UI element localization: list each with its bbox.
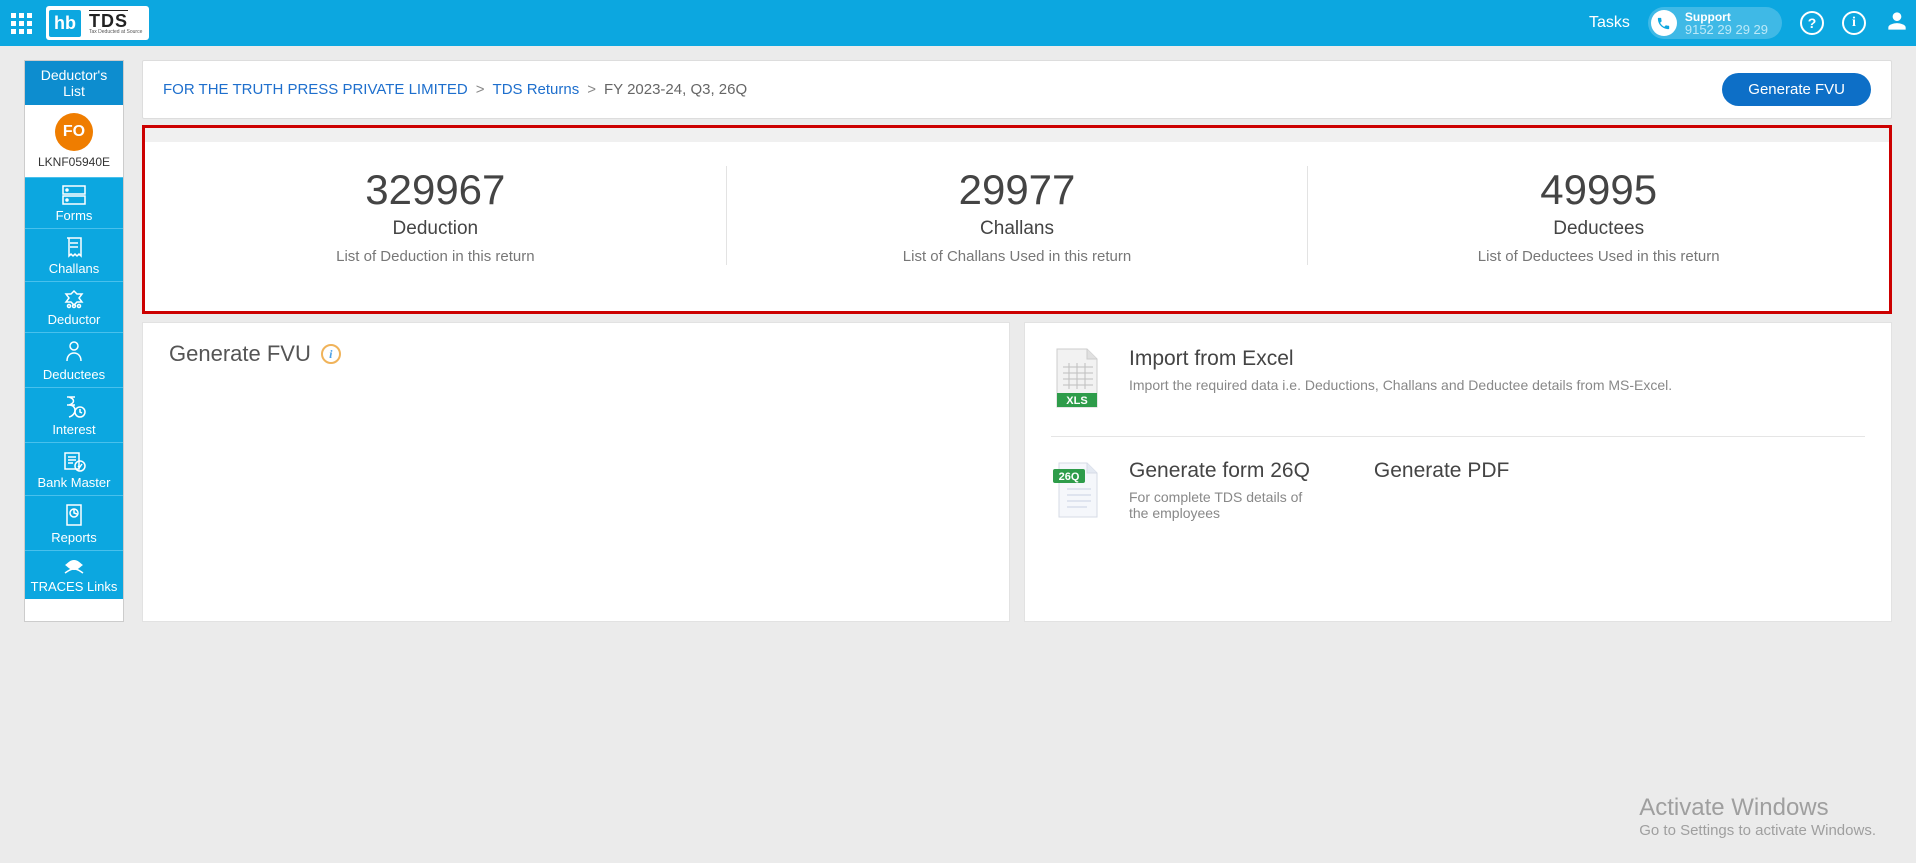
sidebar: Deductor's List FO LKNF05940E Forms Chal…	[24, 60, 124, 622]
sidebar-item-deductor[interactable]: Deductor	[25, 281, 123, 332]
stat-deductees[interactable]: 49995 Deductees List of Deductees Used i…	[1307, 166, 1889, 265]
stat-value: 49995	[1308, 166, 1889, 214]
import-title: Import from Excel	[1129, 347, 1672, 371]
stat-title: Deductees	[1308, 218, 1889, 240]
tds-logo: TDS	[89, 11, 128, 31]
stat-title: Challans	[727, 218, 1308, 240]
import-generate-panel: XLS Import from Excel Import the require…	[1024, 322, 1892, 622]
support-phone: 9152 29 29 29	[1685, 23, 1768, 36]
tds-tagline: Tax Deducted at Source	[89, 29, 142, 35]
info-icon[interactable]: i	[321, 344, 341, 364]
sidebar-item-reports[interactable]: Reports	[25, 495, 123, 550]
stats-row: 329967 Deduction List of Deduction in th…	[145, 142, 1889, 311]
sidebar-item-label: Deductees	[43, 367, 105, 382]
breadcrumb-current: FY 2023-24, Q3, 26Q	[604, 81, 747, 98]
svg-text:26Q: 26Q	[1059, 471, 1080, 483]
apps-menu-icon[interactable]	[6, 8, 36, 38]
windows-activation-watermark: Activate Windows Go to Settings to activ…	[1639, 794, 1876, 839]
support-label: Support	[1685, 11, 1768, 23]
stat-subtitle: List of Deductees Used in this return	[1308, 248, 1889, 265]
stat-subtitle: List of Challans Used in this return	[727, 248, 1308, 265]
info-icon[interactable]: i	[1842, 11, 1866, 35]
sidebar-item-deductees[interactable]: Deductees	[25, 332, 123, 387]
highlight-annotation: 329967 Deduction List of Deduction in th…	[142, 125, 1892, 314]
generate-fvu-button[interactable]: Generate FVU	[1722, 73, 1871, 106]
sidebar-item-label: Reports	[51, 530, 97, 545]
generate-fvu-panel: Generate FVU i	[142, 322, 1010, 622]
sidebar-header[interactable]: Deductor's List	[25, 61, 123, 105]
import-subtitle: Import the required data i.e. Deductions…	[1129, 377, 1672, 393]
breadcrumb-separator: >	[587, 81, 596, 98]
sidebar-item-label: Forms	[56, 208, 93, 223]
top-bar: hb TDS Tax Deducted at Source Tasks Supp…	[0, 0, 1916, 46]
sidebar-item-interest[interactable]: Interest	[25, 387, 123, 442]
tasks-link[interactable]: Tasks	[1589, 14, 1630, 32]
sidebar-item-challans[interactable]: Challans	[25, 228, 123, 281]
sidebar-item-label: Interest	[52, 422, 95, 437]
xls-file-icon: XLS	[1051, 347, 1105, 414]
svg-text:XLS: XLS	[1066, 395, 1087, 407]
panel-title: Generate FVU	[169, 341, 311, 367]
sidebar-item-label: Bank Master	[38, 475, 111, 490]
stat-title: Deduction	[145, 218, 726, 240]
stat-value: 329967	[145, 166, 726, 214]
user-icon[interactable]	[1884, 8, 1910, 39]
sidebar-item-forms[interactable]: Forms	[25, 177, 123, 228]
form-26q-file-icon: 26Q	[1051, 459, 1105, 526]
app-logo[interactable]: hb TDS Tax Deducted at Source	[46, 6, 149, 40]
breadcrumb-row: FOR THE TRUTH PRESS PRIVATE LIMITED > TD…	[142, 60, 1892, 119]
tds-logo-block: TDS Tax Deducted at Source	[85, 11, 146, 35]
stat-deduction[interactable]: 329967 Deduction List of Deduction in th…	[145, 166, 726, 265]
sidebar-item-label: TRACES Links	[31, 579, 118, 594]
import-from-excel[interactable]: XLS Import from Excel Import the require…	[1051, 341, 1865, 437]
generate-form-title: Generate form 26Q	[1129, 459, 1310, 483]
help-icon[interactable]: ?	[1800, 11, 1824, 35]
generate-pdf[interactable]: Generate PDF	[1374, 459, 1509, 483]
top-right: Tasks Support 9152 29 29 29 ? i	[1589, 7, 1910, 39]
breadcrumb-section[interactable]: TDS Returns	[493, 81, 580, 98]
current-deductor[interactable]: FO LKNF05940E	[25, 105, 123, 177]
phone-icon	[1651, 10, 1677, 36]
avatar: FO	[55, 113, 93, 151]
main-content: FOR THE TRUTH PRESS PRIVATE LIMITED > TD…	[142, 60, 1892, 622]
breadcrumb-company[interactable]: FOR THE TRUTH PRESS PRIVATE LIMITED	[163, 81, 468, 98]
generate-form-subtitle: For complete TDS details of the employee…	[1129, 489, 1309, 521]
generate-form-26q[interactable]: Generate form 26Q For complete TDS detai…	[1129, 459, 1310, 521]
sidebar-item-bank-master[interactable]: Bank Master	[25, 442, 123, 495]
sidebar-item-label: Deductor	[48, 312, 101, 327]
sidebar-item-label: Challans	[49, 261, 100, 276]
breadcrumb-separator: >	[476, 81, 485, 98]
support-pill[interactable]: Support 9152 29 29 29	[1648, 7, 1782, 39]
stat-challans[interactable]: 29977 Challans List of Challans Used in …	[726, 166, 1308, 265]
stat-value: 29977	[727, 166, 1308, 214]
stat-subtitle: List of Deduction in this return	[145, 248, 726, 265]
deductor-tan: LKNF05940E	[27, 155, 121, 169]
hb-logo: hb	[49, 10, 81, 37]
sidebar-item-traces-links[interactable]: TRACES Links	[25, 550, 123, 599]
